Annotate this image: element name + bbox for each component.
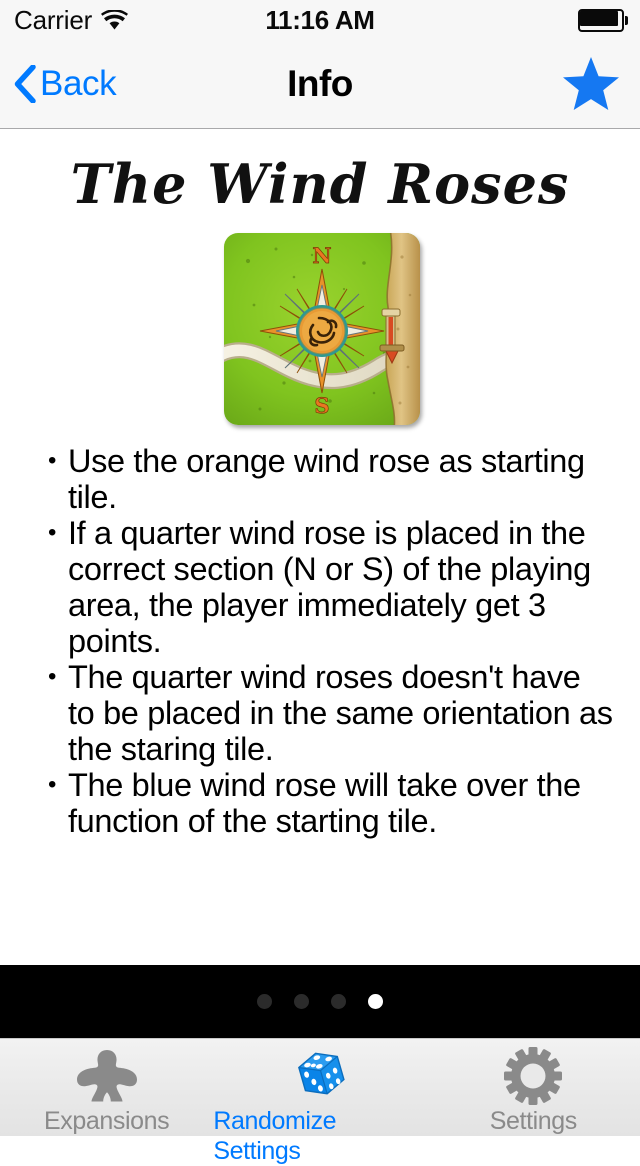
rule-item: • Use the orange wind rose as starting t…	[48, 443, 614, 515]
page-indicator[interactable]	[0, 965, 640, 1038]
tab-expansions[interactable]: Expansions	[0, 1039, 213, 1136]
tile-label-south: S	[314, 393, 329, 418]
tab-label-randomize-settings: Randomize Settings	[213, 1107, 337, 1165]
battery-full-icon	[578, 8, 628, 32]
star-icon	[562, 56, 620, 112]
meeple-icon	[76, 1048, 138, 1104]
status-bar-right	[578, 0, 628, 40]
bullet-marker: •	[48, 663, 57, 690]
rule-text: The blue wind rose will take over the fu…	[68, 767, 581, 839]
rule-text: The quarter wind roses doesn't have to b…	[68, 659, 613, 767]
bullet-marker: •	[48, 771, 57, 798]
page-dot-3[interactable]	[331, 994, 346, 1009]
bullet-marker: •	[48, 447, 57, 474]
favorite-button[interactable]	[562, 40, 620, 128]
status-bar-time: 11:16 AM	[265, 5, 375, 35]
rule-item: • The blue wind rose will take over the …	[48, 767, 614, 839]
rule-item: • If a quarter wind rose is placed in th…	[48, 515, 614, 659]
dice-icon	[289, 1048, 351, 1104]
gear-icon	[504, 1047, 563, 1105]
page-dot-2[interactable]	[294, 994, 309, 1009]
rule-text: Use the orange wind rose as starting til…	[68, 443, 585, 515]
tile-label-north: N	[312, 243, 331, 268]
navigation-bar: Back Info	[0, 40, 640, 129]
page-title-navbar: Info	[287, 63, 353, 104]
info-content-area: The Wind Roses N S • Use the orange wind…	[0, 130, 640, 965]
bullet-marker: •	[48, 519, 57, 546]
status-bar: Carrier 11:16 AM	[0, 0, 640, 40]
rules-list: • Use the orange wind rose as starting t…	[48, 443, 614, 839]
wind-rose-tile-image: N S	[224, 233, 420, 425]
tab-label-expansions: Expansions	[44, 1107, 170, 1135]
tab-randomize-settings[interactable]: Randomize Settings	[213, 1039, 426, 1165]
tab-bar: Expansions Randomize Settings Settings	[0, 1038, 640, 1165]
tab-label-settings: Settings	[489, 1107, 578, 1135]
expansion-title: The Wind Roses	[70, 152, 570, 216]
rule-item: • The quarter wind roses doesn't have to…	[48, 659, 614, 767]
rule-text: If a quarter wind rose is placed in the …	[68, 515, 591, 659]
page-dot-4[interactable]	[368, 994, 383, 1009]
tab-settings[interactable]: Settings	[427, 1039, 640, 1136]
page-dot-1[interactable]	[257, 994, 272, 1009]
